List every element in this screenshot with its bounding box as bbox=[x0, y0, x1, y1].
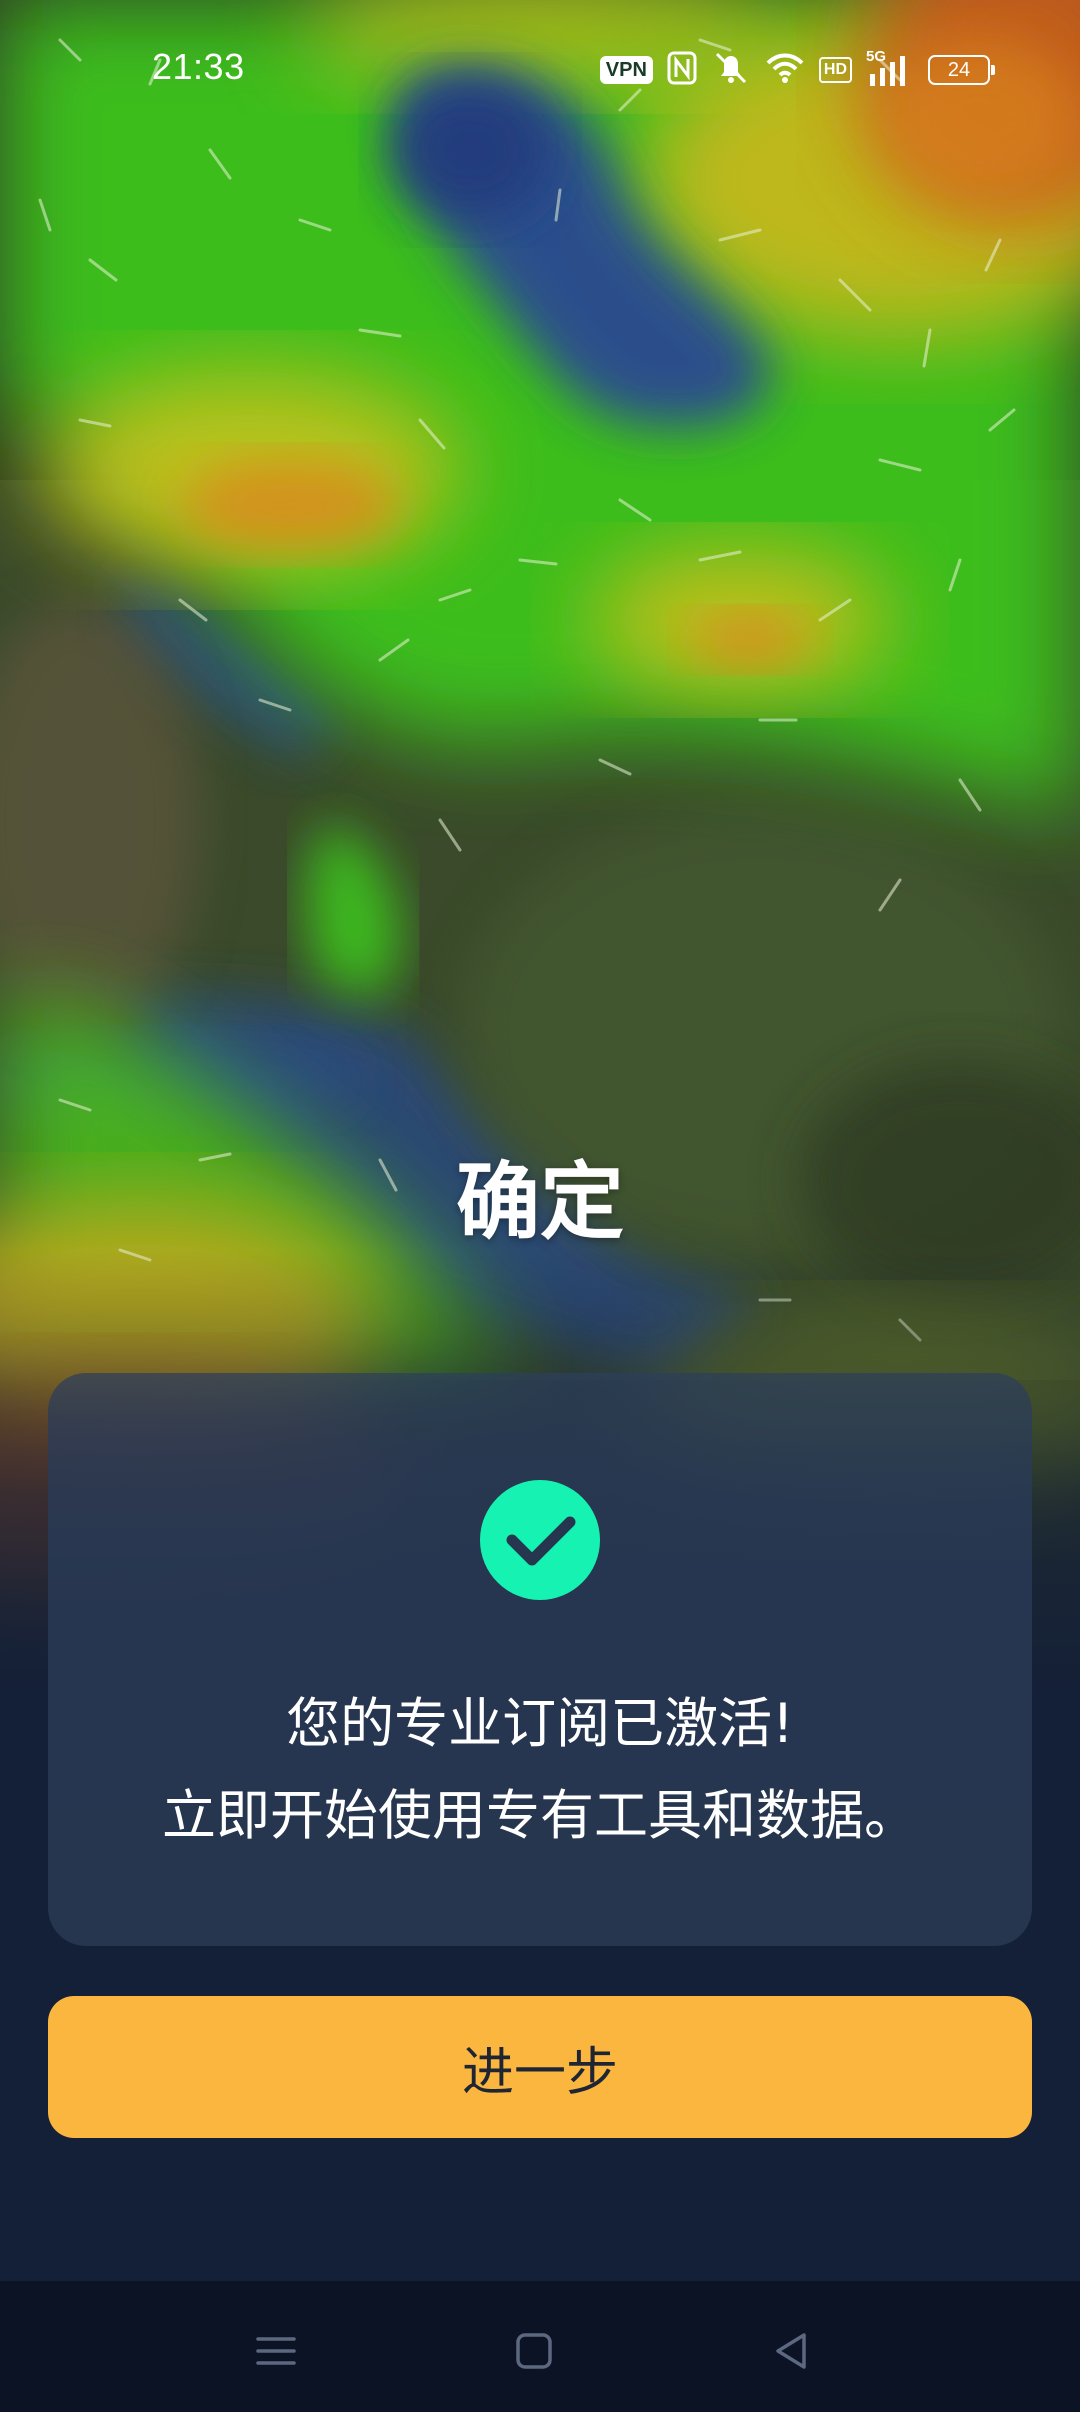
home-icon[interactable] bbox=[504, 2321, 564, 2381]
confirmation-message: 您的专业订阅已激活! 立即开始使用专有工具和数据。 bbox=[48, 1678, 1032, 1862]
system-nav-bar bbox=[0, 2281, 1080, 2412]
subscription-confirmation-card: 您的专业订阅已激活! 立即开始使用专有工具和数据。 bbox=[48, 1373, 1032, 1946]
nfc-icon bbox=[667, 51, 697, 89]
signal-icon: 5G bbox=[866, 48, 914, 88]
battery-indicator: 24 bbox=[928, 55, 995, 85]
vpn-badge: VPN bbox=[599, 56, 653, 84]
wifi-icon bbox=[765, 51, 805, 89]
status-bar: 21:33 VPN HD 5G 24 bbox=[0, 0, 1080, 140]
confirmation-line-1: 您的专业订阅已激活! bbox=[286, 1692, 794, 1755]
hd-badge: HD bbox=[818, 57, 852, 83]
confirmation-line-2: 立即开始使用专有工具和数据。 bbox=[162, 1784, 918, 1847]
menu-icon[interactable] bbox=[246, 2321, 306, 2381]
status-icons: VPN HD 5G 24 bbox=[599, 48, 995, 90]
back-icon[interactable] bbox=[762, 2321, 822, 2381]
page-title: 确定 bbox=[455, 1153, 624, 1251]
screen: 21:33 VPN HD 5G 24 确定 您的专业订阅已激活! 立即开始使用专… bbox=[0, 0, 1080, 2412]
next-button[interactable]: 进一步 bbox=[48, 1996, 1032, 2138]
mute-icon bbox=[711, 50, 751, 90]
next-button-label: 进一步 bbox=[461, 2042, 618, 2103]
check-circle-icon bbox=[480, 1480, 600, 1600]
status-time: 21:33 bbox=[152, 46, 245, 87]
